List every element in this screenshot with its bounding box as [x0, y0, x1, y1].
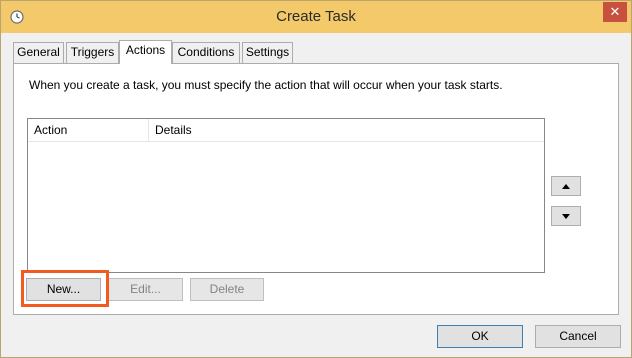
- edit-action-button[interactable]: Edit...: [108, 278, 183, 301]
- list-header: Action Details: [28, 119, 544, 142]
- tab-settings[interactable]: Settings: [242, 42, 293, 63]
- move-up-button[interactable]: [551, 176, 581, 196]
- actions-description: When you create a task, you must specify…: [29, 78, 503, 92]
- tab-general[interactable]: General: [13, 42, 64, 63]
- delete-action-button[interactable]: Delete: [190, 278, 264, 301]
- move-down-button[interactable]: [551, 206, 581, 226]
- tab-triggers[interactable]: Triggers: [66, 42, 119, 63]
- title-bar[interactable]: Create Task ✕: [1, 1, 631, 33]
- triangle-up-icon: [562, 183, 570, 189]
- column-header-action[interactable]: Action: [28, 119, 148, 141]
- cancel-button[interactable]: Cancel: [535, 325, 621, 348]
- new-button-highlight: [21, 270, 109, 307]
- actions-list[interactable]: Action Details: [27, 118, 545, 273]
- tab-actions[interactable]: Actions: [119, 40, 172, 64]
- actions-panel: When you create a task, you must specify…: [13, 63, 619, 315]
- ok-button[interactable]: OK: [437, 325, 523, 348]
- tab-conditions[interactable]: Conditions: [172, 42, 240, 63]
- close-button[interactable]: ✕: [603, 2, 627, 22]
- window-title: Create Task: [276, 8, 356, 25]
- create-task-window: Create Task ✕ General Triggers Actions C…: [0, 0, 632, 358]
- triangle-down-icon: [562, 213, 570, 219]
- column-header-details[interactable]: Details: [149, 119, 544, 141]
